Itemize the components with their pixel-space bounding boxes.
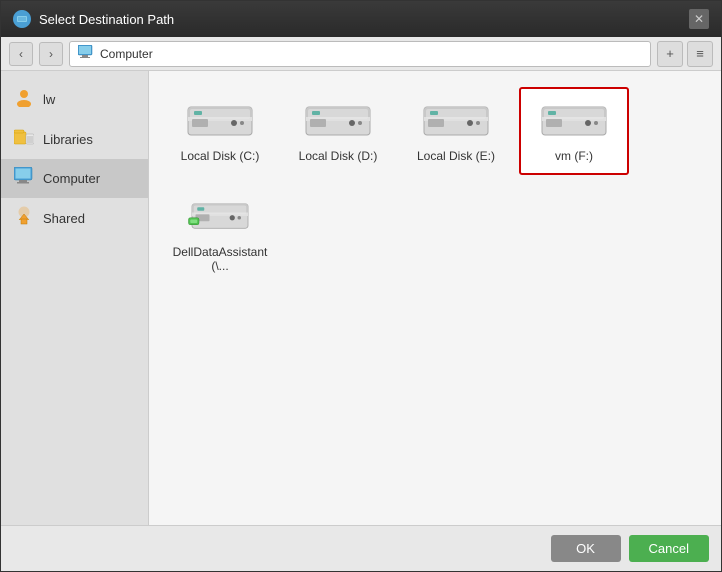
main-panel: Local Disk (C:) Local Disk (D:) [149, 71, 721, 525]
location-text: Computer [100, 47, 153, 61]
sidebar-label-lw: lw [43, 92, 55, 107]
toolbar-right: + ≡ [657, 41, 713, 67]
dialog-title: Select Destination Path [39, 12, 174, 27]
sidebar-label-libraries: Libraries [43, 132, 93, 147]
computer-sidebar-icon [13, 167, 35, 190]
drive-e[interactable]: Local Disk (E:) [401, 87, 511, 175]
sidebar-item-libraries[interactable]: Libraries [1, 120, 148, 159]
drive-c-label: Local Disk (C:) [181, 149, 260, 163]
sidebar-label-computer: Computer [43, 171, 100, 186]
content-area: lw Libraries [1, 71, 721, 525]
drive-net-label: DellDataAssistant (\... [173, 245, 268, 273]
drive-c[interactable]: Local Disk (C:) [165, 87, 275, 175]
items-grid: Local Disk (C:) Local Disk (D:) [165, 87, 705, 285]
app-icon [13, 10, 31, 28]
user-icon [13, 87, 35, 112]
sidebar-item-lw[interactable]: lw [1, 79, 148, 120]
drive-net[interactable]: DellDataAssistant (\... [165, 183, 275, 285]
drive-e-label: Local Disk (E:) [417, 149, 495, 163]
add-button[interactable]: + [657, 41, 683, 67]
footer: OK Cancel [1, 525, 721, 571]
libraries-icon [13, 128, 35, 151]
dialog: Select Destination Path ✕ ‹ › Computer +… [0, 0, 722, 572]
drive-f-label: vm (F:) [555, 149, 593, 163]
sidebar: lw Libraries [1, 71, 149, 525]
drive-d[interactable]: Local Disk (D:) [283, 87, 393, 175]
sidebar-item-computer[interactable]: Computer [1, 159, 148, 198]
back-button[interactable]: ‹ [9, 42, 33, 66]
shared-icon [13, 206, 35, 231]
ok-button[interactable]: OK [551, 535, 621, 562]
title-bar: Select Destination Path ✕ [1, 1, 721, 37]
location-bar: Computer [69, 41, 651, 67]
forward-button[interactable]: › [39, 42, 63, 66]
cancel-button[interactable]: Cancel [629, 535, 709, 562]
toolbar: ‹ › Computer + ≡ [1, 37, 721, 71]
close-button[interactable]: ✕ [689, 9, 709, 29]
drive-f[interactable]: vm (F:) [519, 87, 629, 175]
sidebar-item-shared[interactable]: Shared [1, 198, 148, 239]
drive-d-label: Local Disk (D:) [299, 149, 378, 163]
sidebar-label-shared: Shared [43, 211, 85, 226]
computer-icon [78, 45, 94, 62]
title-bar-left: Select Destination Path [13, 10, 174, 28]
view-button[interactable]: ≡ [687, 41, 713, 67]
